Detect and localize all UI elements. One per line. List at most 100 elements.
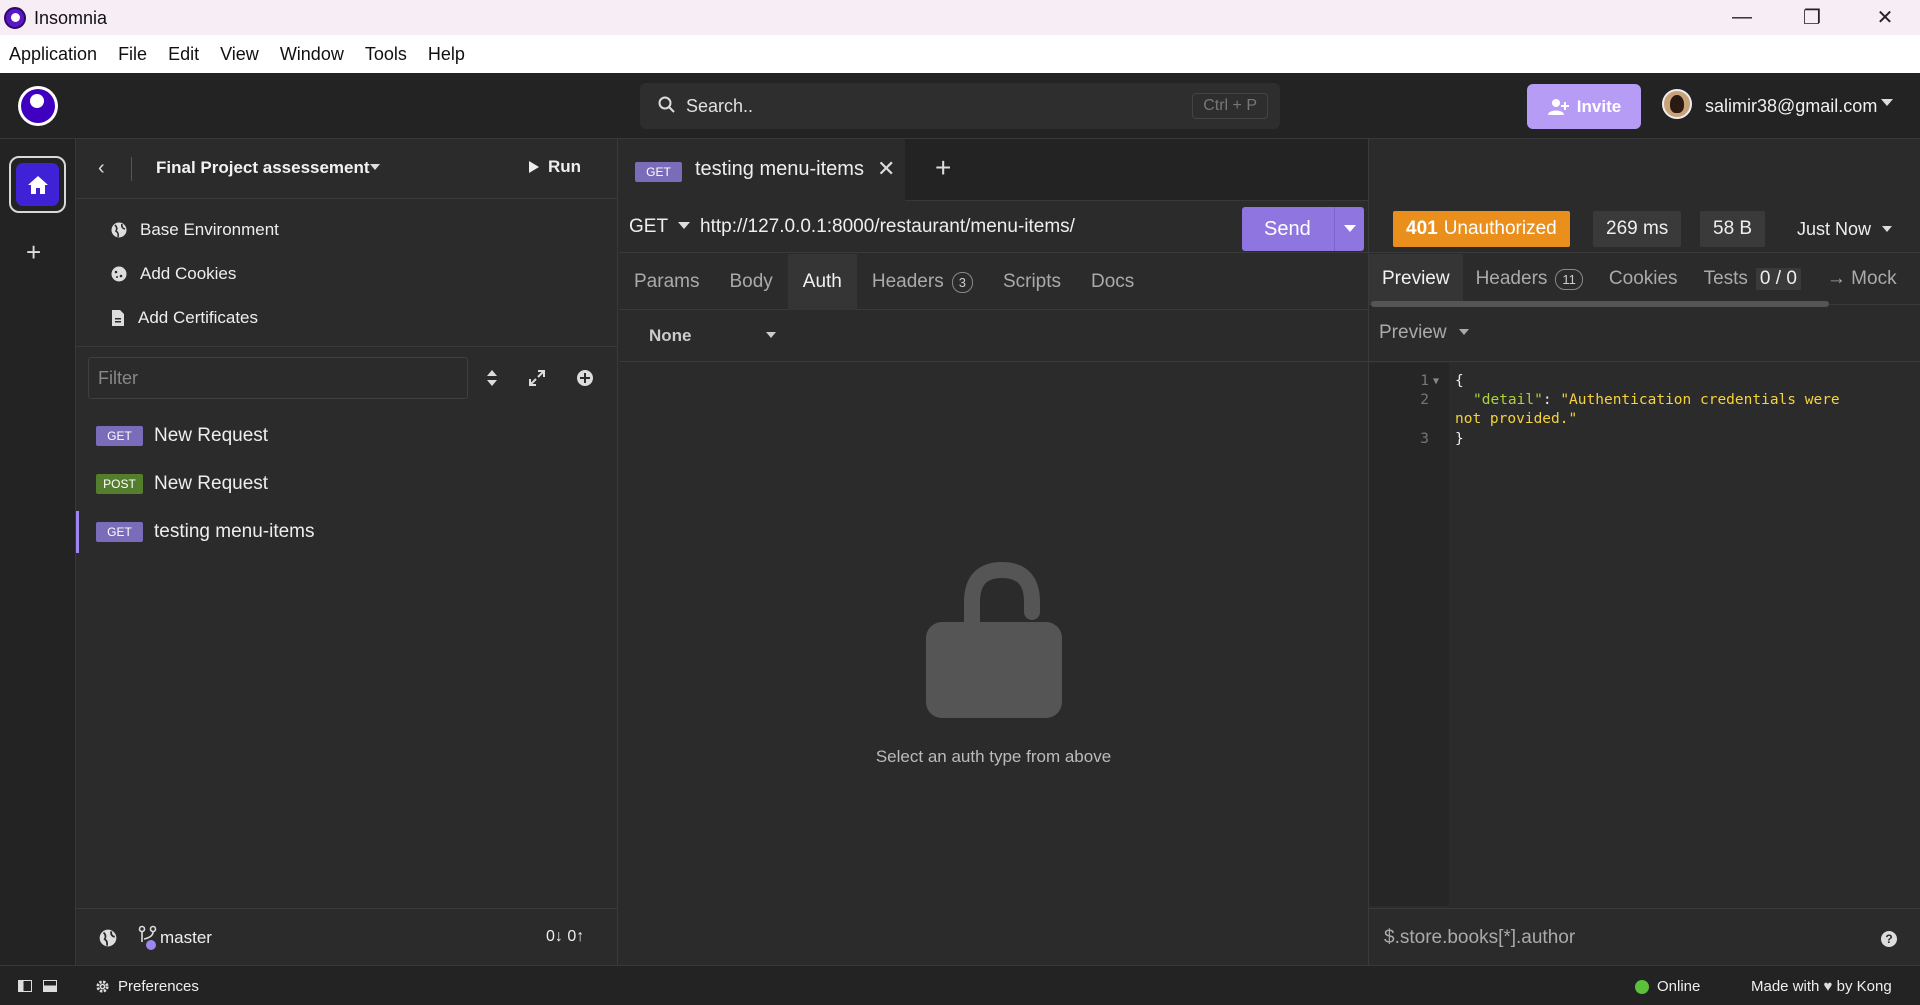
chevron-down-icon[interactable] [1880, 98, 1894, 107]
menu-edit[interactable]: Edit [168, 44, 199, 65]
menu-help[interactable]: Help [428, 44, 465, 65]
back-arrow-icon[interactable]: ‹ [98, 157, 105, 180]
line-number: 3 [1420, 431, 1429, 447]
user-email[interactable]: salimir38@gmail.com [1705, 96, 1877, 117]
add-certificates-item[interactable]: Add Certificates [110, 308, 258, 328]
tab-headers[interactable]: Headers 11 [1463, 254, 1596, 304]
tab-mock[interactable]: → Mock [1814, 254, 1910, 304]
tab-auth[interactable]: Auth [787, 254, 857, 310]
method-badge: POST [96, 474, 143, 494]
sort-icon[interactable] [486, 369, 498, 387]
avatar[interactable] [1662, 89, 1692, 119]
code-line: "detail": "Authentication credentials we… [1473, 392, 1840, 408]
tab-label: Params [634, 271, 700, 292]
search-icon [658, 96, 675, 113]
tab-params[interactable]: Params [619, 254, 714, 310]
filter-input[interactable] [88, 357, 468, 399]
git-branch-icon[interactable] [138, 925, 158, 951]
online-indicator-icon [1635, 979, 1649, 994]
response-timestamp[interactable]: Just Now [1797, 219, 1871, 240]
tab-preview[interactable]: Preview [1369, 254, 1463, 304]
unlock-icon [926, 562, 1062, 718]
menu-view[interactable]: View [220, 44, 259, 65]
maximize-button[interactable]: ❐ [1777, 0, 1847, 35]
home-button[interactable] [9, 156, 66, 213]
tab-docs[interactable]: Docs [1076, 254, 1149, 310]
tab-cookies[interactable]: Cookies [1596, 254, 1691, 304]
tab-headers[interactable]: Headers 3 [857, 254, 988, 310]
gear-icon [96, 980, 109, 993]
preview-mode-select[interactable]: Preview [1379, 322, 1447, 344]
tab-body[interactable]: Body [714, 254, 787, 310]
add-workspace-button[interactable]: + [26, 237, 41, 268]
chevron-down-icon[interactable] [765, 331, 777, 339]
globe-icon[interactable] [98, 928, 118, 948]
preferences-button[interactable]: Preferences [95, 978, 199, 995]
certificate-icon [112, 310, 124, 326]
chevron-down-icon[interactable] [1458, 328, 1470, 336]
made-with-label: Made with [1751, 978, 1820, 995]
preferences-label: Preferences [118, 978, 199, 995]
divider [131, 157, 132, 181]
request-item[interactable]: POST New Request [76, 463, 618, 505]
menu-application[interactable]: Application [9, 44, 97, 65]
status-footer: Preferences Online Made with ♥ by Kong [0, 965, 1920, 1005]
tab-tests[interactable]: Tests 0 / 0 [1691, 254, 1814, 304]
cookie-icon [111, 266, 127, 282]
online-status: Online [1635, 978, 1700, 995]
tab-scripts[interactable]: Scripts [988, 254, 1076, 310]
fold-arrow-icon[interactable]: ▼ [1433, 376, 1439, 387]
request-panel: GET testing menu-items ✕ + GET http://12… [619, 139, 1920, 965]
run-button[interactable]: Run [528, 157, 581, 177]
tab-label: Headers [1475, 268, 1548, 289]
menu-window[interactable]: Window [280, 44, 344, 65]
minimize-button[interactable]: — [1707, 0, 1777, 35]
menu-bar: Application File Edit View Window Tools … [0, 35, 1920, 73]
chevron-down-icon[interactable] [677, 221, 691, 230]
search-shortcut: Ctrl + P [1192, 93, 1268, 119]
divider [76, 346, 618, 347]
branch-name[interactable]: master [160, 928, 212, 948]
expand-icon[interactable] [528, 369, 546, 387]
play-icon [529, 161, 539, 173]
insomnia-home-logo-icon[interactable] [18, 86, 58, 126]
response-size: 58 B [1700, 211, 1766, 247]
empty-auth-message: Select an auth type from above [875, 747, 1112, 766]
jsonpath-input[interactable]: $.store.books[*].author [1384, 927, 1575, 949]
tab-label: Headers [871, 271, 944, 292]
app-header: Search.. Ctrl + P Invite salimir38@gmail… [0, 73, 1920, 139]
search-bar[interactable]: Search.. Ctrl + P [640, 83, 1280, 129]
request-item-active[interactable]: GET testing menu-items [76, 511, 618, 553]
url-input[interactable]: http://127.0.0.1:8000/restaurant/menu-it… [700, 216, 1075, 238]
add-cookies-item[interactable]: Add Cookies [110, 264, 236, 284]
send-button[interactable]: Send [1242, 207, 1364, 251]
run-label: Run [548, 157, 582, 176]
response-time: 269 ms [1593, 211, 1682, 247]
add-circle-icon[interactable] [576, 369, 594, 387]
invite-button[interactable]: Invite [1527, 84, 1641, 129]
auth-type-select[interactable]: None [649, 326, 692, 346]
tab-label: Scripts [1002, 271, 1062, 292]
tab-label: Preview [1382, 268, 1450, 289]
toggle-panel-icon[interactable] [43, 980, 57, 992]
base-environment-item[interactable]: Base Environment [110, 220, 279, 240]
toggle-sidebar-icon[interactable] [18, 980, 32, 992]
help-icon[interactable]: ? [1881, 931, 1897, 947]
request-tab[interactable]: GET testing menu-items ✕ [619, 139, 905, 201]
menu-tools[interactable]: Tools [365, 44, 407, 65]
by-kong-label: by Kong [1836, 978, 1892, 995]
project-name[interactable]: Final Project assessement [156, 158, 370, 178]
chevron-down-icon[interactable] [1881, 225, 1893, 233]
close-window-button[interactable]: ✕ [1850, 0, 1920, 35]
close-icon[interactable]: ✕ [877, 156, 895, 182]
status-badge: 401 Unauthorized [1393, 211, 1570, 247]
method-badge: GET [96, 426, 143, 446]
sync-status[interactable]: 0↓ 0↑ [546, 928, 584, 946]
made-with-kong[interactable]: Made with ♥ by Kong [1751, 978, 1892, 995]
request-item[interactable]: GET New Request [76, 415, 618, 457]
menu-file[interactable]: File [118, 44, 147, 65]
new-tab-button[interactable]: + [935, 152, 951, 184]
method-select[interactable]: GET [629, 216, 668, 238]
chevron-down-icon[interactable] [1343, 224, 1357, 233]
chevron-down-icon[interactable] [369, 163, 381, 171]
